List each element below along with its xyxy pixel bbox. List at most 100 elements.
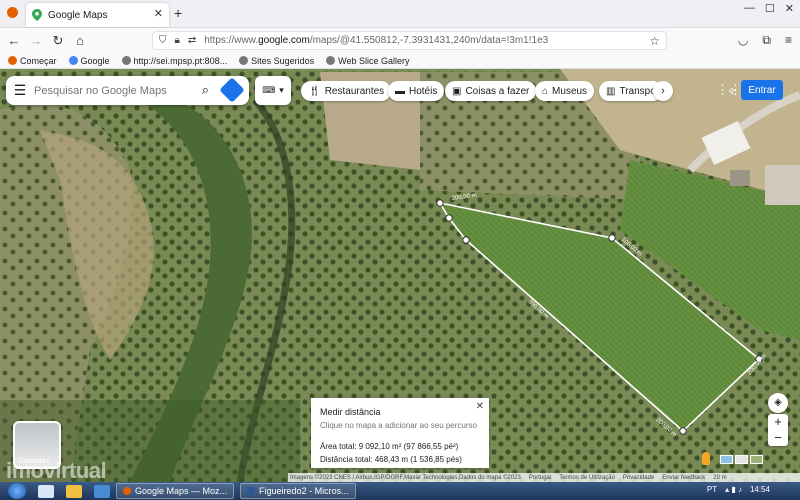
- bookmark-sei[interactable]: http://sei.mpsp.pt:808...: [121, 56, 227, 66]
- compass-icon[interactable]: ◈: [768, 393, 788, 413]
- google-icon: [68, 56, 78, 65]
- url-domain: google.com: [258, 35, 310, 46]
- search-input[interactable]: [34, 84, 184, 97]
- close-window-icon[interactable]: ✕: [785, 2, 794, 15]
- measure-vertex[interactable]: [445, 214, 453, 222]
- google-maps-pin-icon: [32, 9, 42, 21]
- firefox-icon: [8, 56, 17, 65]
- pegman-icon[interactable]: [702, 452, 710, 465]
- zoom-out-icon[interactable]: −: [768, 430, 788, 446]
- imagery-credit: Imagens ©2023 CNES / Airbus,IGP/DGRF,Max…: [290, 474, 521, 481]
- toolbar-right: ◡ ⧉ ≡: [738, 33, 792, 48]
- taskbar-word[interactable]: Figueiredo2 - Micros...: [240, 483, 356, 499]
- museum-icon: ⌂: [542, 85, 549, 97]
- permissions-icon[interactable]: ⇄: [188, 35, 196, 46]
- bookmarks-bar: Começar Google http://sei.mpsp.pt:808...…: [0, 53, 800, 69]
- taskbar: Google Maps — Moz... Figueiredo2 - Micro…: [0, 482, 800, 500]
- globe-icon: [326, 56, 336, 65]
- firefox-icon: [123, 487, 131, 495]
- extensions-icon[interactable]: ⧉: [762, 33, 771, 48]
- navigation-bar: ← → ↻ ⌂ ⛉ 🔒︎ ⇄ https://www. google.com/ma…: [0, 28, 800, 53]
- measure-vertex[interactable]: [436, 199, 444, 207]
- bookmark-web-slice-gallery[interactable]: Web Slice Gallery: [326, 56, 410, 66]
- url-prefix: https://www.: [204, 35, 259, 46]
- measure-vertex[interactable]: [462, 236, 470, 244]
- window-controls: — ☐ ✕: [744, 2, 794, 15]
- language-indicator[interactable]: PT: [707, 485, 717, 494]
- measure-hint: Clique no mapa a adicionar ao seu percur…: [320, 421, 477, 430]
- measure-distance-panel: ✕ Medir distância Clique no mapa a adici…: [311, 398, 489, 468]
- address-bar[interactable]: ⛉ 🔒︎ ⇄ https://www. google.com/maps/@41.5…: [152, 31, 667, 50]
- bookmark-sites-sugeridos[interactable]: Sites Sugeridos: [239, 56, 314, 66]
- building: [730, 170, 750, 186]
- explorer-icon[interactable]: [38, 484, 54, 498]
- measure-vertex[interactable]: [679, 427, 687, 435]
- chip-things-to-do[interactable]: ▣ Coisas a fazer: [445, 81, 537, 101]
- forward-icon[interactable]: →: [25, 33, 47, 48]
- search-icon[interactable]: ⌕: [202, 82, 209, 98]
- reload-icon[interactable]: ↻: [47, 33, 69, 49]
- country-label: Portugal: [528, 474, 552, 481]
- sign-in-button[interactable]: Entrar: [741, 80, 783, 100]
- back-icon[interactable]: ←: [3, 33, 25, 48]
- lock-icon[interactable]: 🔒︎: [175, 35, 180, 46]
- camera-icon: ▣: [452, 85, 462, 97]
- globe-icon: [121, 56, 131, 65]
- watermark: imovirtual: [6, 458, 107, 483]
- measure-area: Área total: 9 092,10 m² (97 866,55 pé²): [320, 442, 459, 451]
- shield-icon[interactable]: ⛉: [159, 35, 167, 46]
- zoom-in-icon[interactable]: +: [768, 414, 788, 430]
- home-icon[interactable]: ⌂: [69, 33, 91, 48]
- fork-knife-icon: 🍴︎: [308, 85, 321, 97]
- start-button[interactable]: [8, 483, 26, 499]
- building: [765, 165, 800, 205]
- close-icon[interactable]: ✕: [476, 400, 484, 413]
- firefox-icon[interactable]: [7, 7, 18, 18]
- terms-link[interactable]: Termos de Utilização: [559, 475, 615, 481]
- zoom-controls: + −: [768, 414, 788, 446]
- measure-distance: Distância total: 468,43 m (1 536,85 pés): [320, 455, 462, 464]
- minimize-icon[interactable]: —: [744, 2, 755, 15]
- chevron-right-icon[interactable]: ›: [653, 81, 673, 101]
- tray-icons[interactable]: ▴ ▮ ♪: [725, 485, 742, 494]
- hamburger-menu-icon[interactable]: ☰: [6, 82, 34, 99]
- privacy-link[interactable]: Privacidade: [623, 475, 654, 481]
- media-player-icon[interactable]: [94, 484, 110, 498]
- directions-icon[interactable]: [219, 77, 245, 103]
- menu-icon[interactable]: ≡: [785, 33, 792, 48]
- url-path: /maps/@41.550812,-7.3931431,240m/data=!3…: [309, 35, 549, 46]
- input-tools-button[interactable]: ⌨ ▾: [255, 76, 291, 105]
- keyboard-icon: ⌨: [262, 85, 276, 95]
- system-tray: PT ▴ ▮ ♪ 14:54: [707, 485, 770, 494]
- maximize-icon[interactable]: ☐: [765, 2, 775, 15]
- taskbar-firefox[interactable]: Google Maps — Moz...: [116, 483, 235, 499]
- maps-search-box: ☰ ⌕: [6, 76, 249, 105]
- folder-icon[interactable]: [66, 484, 82, 498]
- browser-tab[interactable]: Google Maps ✕: [26, 3, 169, 27]
- chip-museums[interactable]: ⌂ Museus: [535, 81, 595, 101]
- tab-title: Google Maps: [48, 9, 108, 21]
- pocket-icon[interactable]: ◡: [738, 33, 748, 48]
- measure-vertex[interactable]: [608, 234, 616, 242]
- bookmark-google[interactable]: Google: [68, 56, 110, 66]
- new-tab-icon[interactable]: +: [174, 5, 182, 21]
- bookmark-comecar[interactable]: Começar: [8, 56, 57, 66]
- chevron-down-icon: ▾: [279, 85, 284, 95]
- train-icon: ▥: [606, 85, 616, 97]
- close-tab-icon[interactable]: ✕: [154, 7, 163, 20]
- measure-title: Medir distância: [320, 407, 381, 417]
- thumbnail[interactable]: [720, 455, 733, 464]
- globe-icon: [239, 56, 249, 65]
- thumbnail[interactable]: [735, 455, 748, 464]
- bookmark-star-icon[interactable]: ☆: [649, 34, 660, 48]
- chip-restaurants[interactable]: 🍴︎ Restaurantes: [301, 81, 392, 101]
- imagery-thumbnails: [720, 455, 763, 464]
- chip-hotels[interactable]: ▬ Hotéis: [388, 81, 445, 101]
- clock[interactable]: 14:54: [750, 485, 770, 494]
- map-attribution-bar: Imagens ©2023 CNES / Airbus,IGP/DGRF,Max…: [288, 473, 800, 482]
- bed-icon: ▬: [395, 85, 405, 97]
- thumbnail[interactable]: [750, 455, 763, 464]
- scale-label[interactable]: 20 m: [713, 475, 726, 481]
- word-icon: [247, 487, 256, 495]
- feedback-link[interactable]: Enviar feedback: [662, 475, 705, 481]
